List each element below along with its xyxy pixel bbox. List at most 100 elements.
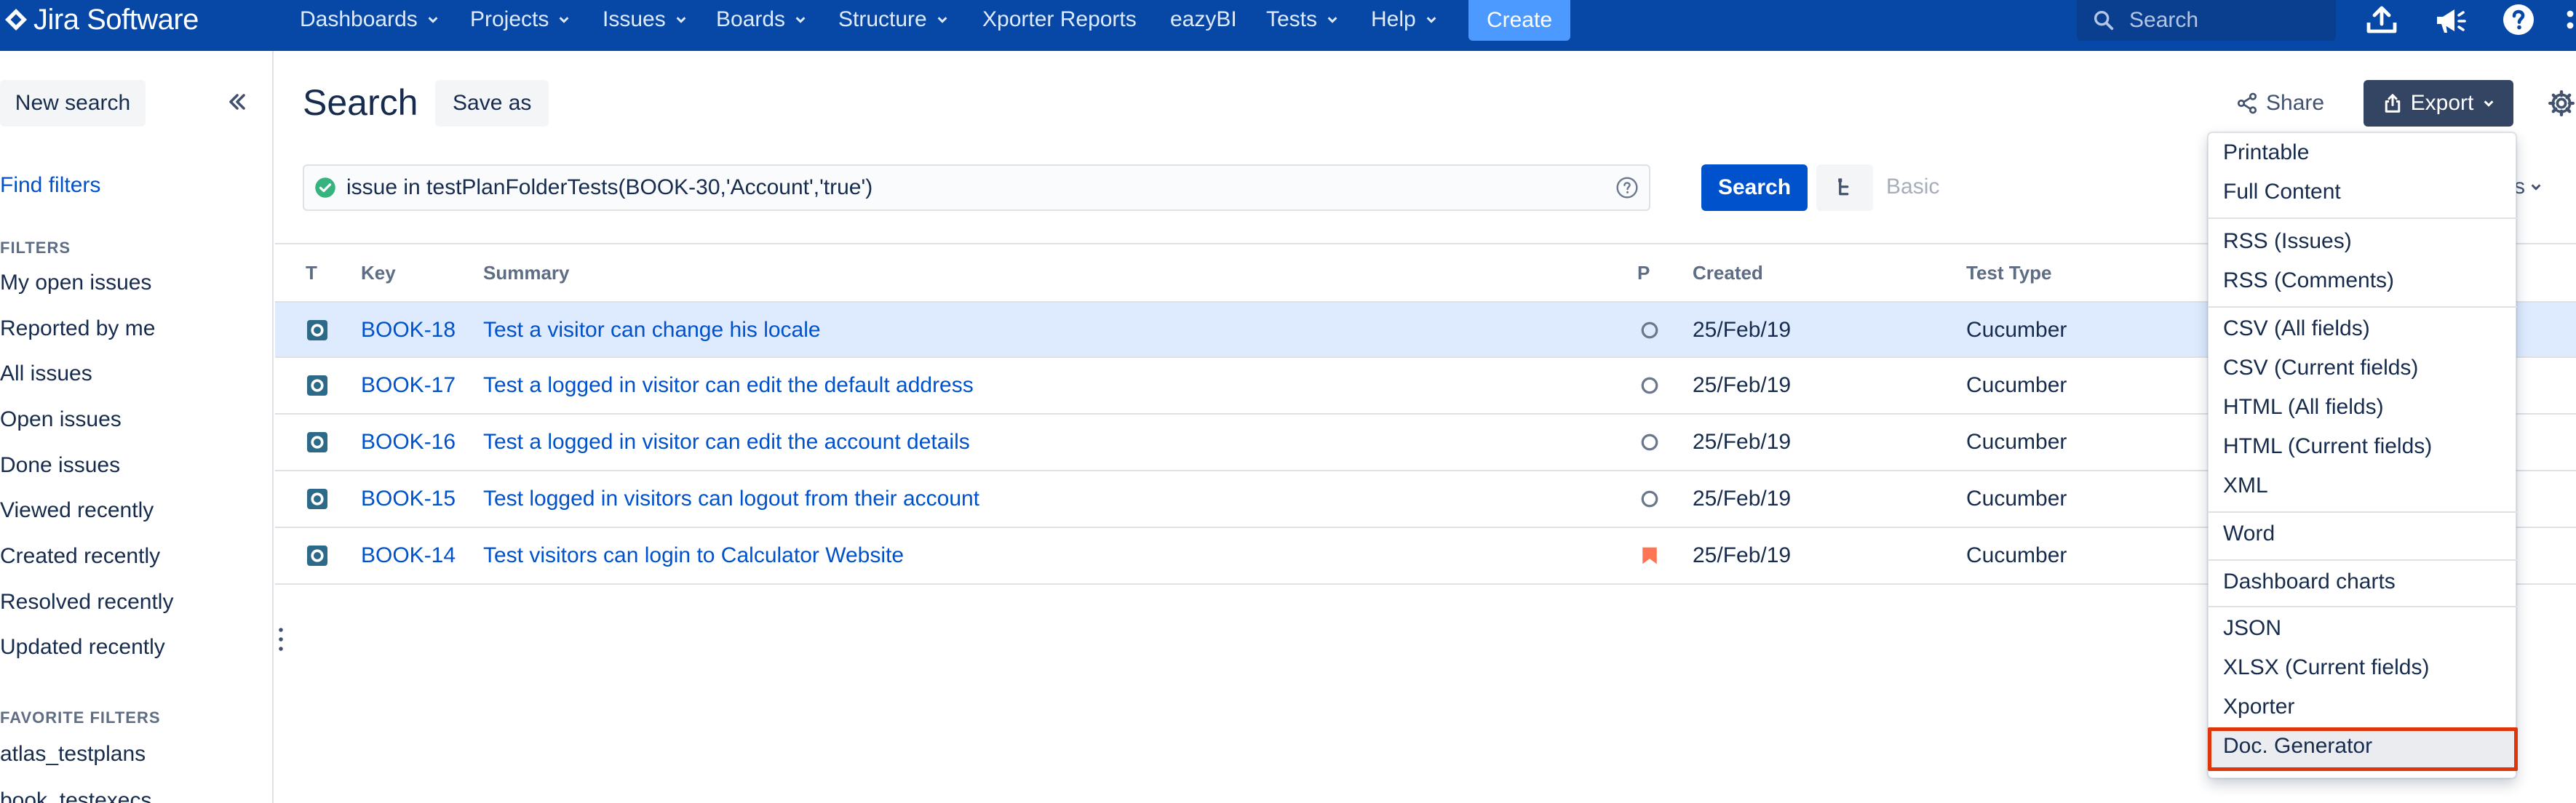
basic-search-link[interactable]: Basic bbox=[1886, 175, 1939, 199]
page-title: Search bbox=[303, 82, 418, 123]
favorite-filter-atlas-testplans[interactable]: atlas_testplans bbox=[0, 742, 146, 767]
filter-created-recently[interactable]: Created recently bbox=[0, 544, 160, 569]
new-search-button[interactable]: New search bbox=[0, 80, 146, 127]
search-button[interactable]: Search bbox=[1701, 164, 1808, 211]
issue-key-link[interactable]: BOOK-17 bbox=[361, 358, 456, 413]
created-cell: 25/Feb/19 bbox=[1693, 318, 1792, 342]
column-header-created[interactable]: Created bbox=[1693, 262, 1763, 284]
nav-dashboards[interactable]: Dashboards bbox=[300, 0, 440, 39]
announcements-button[interactable] bbox=[2430, 1, 2470, 38]
issue-key-link[interactable]: BOOK-14 bbox=[361, 528, 456, 583]
column-header-priority[interactable]: P bbox=[1637, 262, 1650, 284]
export-json[interactable]: JSON bbox=[2223, 616, 2281, 641]
priority-cell bbox=[1640, 303, 1659, 358]
resize-handle-icon[interactable] bbox=[278, 627, 284, 652]
save-as-button[interactable]: Save as bbox=[435, 80, 549, 127]
type-cell bbox=[306, 528, 329, 583]
issue-summary-link[interactable]: Test a logged in visitor can edit the ac… bbox=[483, 415, 970, 470]
low-priority-icon bbox=[1641, 434, 1658, 451]
filter-my-open-issues[interactable]: My open issues bbox=[0, 271, 151, 295]
issue-summary-link[interactable]: Test visitors can login to Calculator We… bbox=[483, 528, 904, 583]
filter-all-issues[interactable]: All issues bbox=[0, 361, 92, 386]
created-cell: 25/Feb/19 bbox=[1693, 373, 1792, 397]
issue-key-link[interactable]: BOOK-16 bbox=[361, 415, 456, 470]
jql-query-text[interactable]: issue in testPlanFolderTests(BOOK-30,'Ac… bbox=[346, 175, 1615, 200]
export-html-all-fields[interactable]: HTML (All fields) bbox=[2223, 395, 2384, 420]
test-issue-type-icon bbox=[307, 546, 327, 566]
menu-divider bbox=[2209, 606, 2517, 607]
jira-logo[interactable]: Jira Software bbox=[0, 0, 199, 39]
global-search-input[interactable] bbox=[2129, 8, 2318, 33]
chevron-down-icon bbox=[2484, 100, 2494, 107]
nav-boards[interactable]: Boards bbox=[716, 0, 807, 39]
share-button[interactable]: Share bbox=[2235, 80, 2324, 127]
help-circle-icon[interactable] bbox=[1615, 176, 1639, 199]
filters-heading: FILTERS bbox=[0, 239, 71, 257]
created-cell: 25/Feb/19 bbox=[1693, 487, 1792, 511]
priority-cell bbox=[1640, 528, 1659, 583]
upload-button[interactable] bbox=[2362, 1, 2401, 38]
chevron-down-icon bbox=[795, 17, 806, 23]
collapse-sidebar-icon[interactable] bbox=[224, 89, 250, 115]
export-csv-current-fields[interactable]: CSV (Current fields) bbox=[2223, 356, 2418, 380]
filter-reported-by-me[interactable]: Reported by me bbox=[0, 316, 155, 341]
profile-button[interactable] bbox=[2556, 1, 2576, 38]
highlight-annotation-box bbox=[2208, 727, 2518, 771]
low-priority-icon bbox=[1641, 490, 1658, 508]
menu-divider bbox=[2209, 559, 2517, 561]
filter-updated-recently[interactable]: Updated recently bbox=[0, 635, 165, 660]
type-cell bbox=[306, 471, 329, 527]
export-rss-issues[interactable]: RSS (Issues) bbox=[2223, 229, 2352, 254]
nav-issues[interactable]: Issues bbox=[603, 0, 688, 39]
nav-help[interactable]: Help bbox=[1371, 0, 1438, 39]
type-cell bbox=[306, 415, 329, 470]
nav-tests[interactable]: Tests bbox=[1266, 0, 1339, 39]
nav-label: Help bbox=[1371, 7, 1416, 31]
nav-projects[interactable]: Projects bbox=[470, 0, 571, 39]
export-printable[interactable]: Printable bbox=[2223, 140, 2309, 165]
jql-query-field[interactable]: issue in testPlanFolderTests(BOOK-30,'Ac… bbox=[303, 164, 1650, 211]
structure-view-button[interactable] bbox=[1816, 164, 1873, 211]
help-button[interactable] bbox=[2499, 1, 2538, 38]
global-search[interactable] bbox=[2077, 0, 2336, 41]
issue-summary-link[interactable]: Test a visitor can change his locale bbox=[483, 303, 821, 358]
find-filters-link[interactable]: Find filters bbox=[0, 173, 100, 198]
filter-resolved-recently[interactable]: Resolved recently bbox=[0, 590, 173, 615]
issue-key-link[interactable]: BOOK-15 bbox=[361, 471, 456, 527]
nav-xporter-reports[interactable]: Xporter Reports bbox=[982, 0, 1137, 39]
favorite-filters-heading: FAVORITE FILTERS bbox=[0, 708, 161, 727]
filter-viewed-recently[interactable]: Viewed recently bbox=[0, 498, 154, 523]
column-header-type[interactable]: T bbox=[306, 262, 317, 284]
column-header-test-type[interactable]: Test Type bbox=[1966, 262, 2052, 284]
export-csv-all-fields[interactable]: CSV (All fields) bbox=[2223, 316, 2370, 341]
export-full-content[interactable]: Full Content bbox=[2223, 180, 2341, 204]
issue-key-link[interactable]: BOOK-18 bbox=[361, 303, 456, 358]
issue-summary-link[interactable]: Test logged in visitors can logout from … bbox=[483, 471, 979, 527]
export-xml[interactable]: XML bbox=[2223, 474, 2268, 498]
export-xporter[interactable]: Xporter bbox=[2223, 695, 2294, 719]
export-rss-comments[interactable]: RSS (Comments) bbox=[2223, 268, 2394, 293]
chevron-down-icon bbox=[559, 17, 569, 23]
column-header-summary[interactable]: Summary bbox=[483, 262, 570, 284]
export-html-current-fields[interactable]: HTML (Current fields) bbox=[2223, 434, 2432, 459]
filter-open-issues[interactable]: Open issues bbox=[0, 407, 122, 432]
gear-icon[interactable] bbox=[2547, 89, 2576, 118]
issue-summary-link[interactable]: Test a logged in visitor can edit the de… bbox=[483, 358, 974, 413]
export-word[interactable]: Word bbox=[2223, 522, 2275, 546]
export-label: Export bbox=[2410, 91, 2474, 115]
nav-eazybi[interactable]: eazyBI bbox=[1170, 0, 1237, 39]
nav-label: Issues bbox=[603, 7, 666, 31]
export-dashboard-charts[interactable]: Dashboard charts bbox=[2223, 570, 2396, 594]
test-issue-type-icon bbox=[307, 489, 327, 509]
nav-label: eazyBI bbox=[1170, 7, 1237, 31]
export-button[interactable]: Export bbox=[2364, 80, 2513, 127]
priority-cell bbox=[1640, 471, 1659, 527]
favorite-filter-book-testexecs[interactable]: book_testexecs bbox=[0, 788, 151, 803]
nav-structure[interactable]: Structure bbox=[838, 0, 949, 39]
create-button[interactable]: Create bbox=[1468, 0, 1570, 41]
nav-label: Tests bbox=[1266, 7, 1318, 31]
share-icon bbox=[2237, 92, 2257, 114]
export-xlsx-current-fields[interactable]: XLSX (Current fields) bbox=[2223, 655, 2429, 680]
column-header-key[interactable]: Key bbox=[361, 262, 396, 284]
filter-done-issues[interactable]: Done issues bbox=[0, 453, 120, 478]
